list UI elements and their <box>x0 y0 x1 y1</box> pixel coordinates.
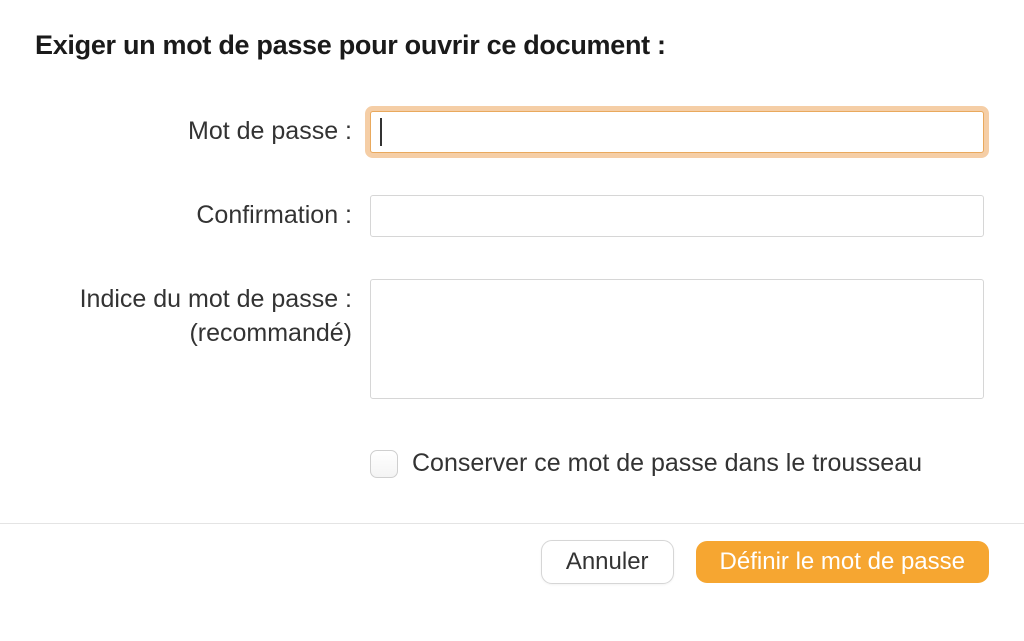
hint-label-line2: (recommandé) <box>35 317 352 351</box>
hint-input-wrapper <box>370 279 989 404</box>
keychain-checkbox-label: Conserver ce mot de passe dans le trouss… <box>412 449 922 478</box>
set-password-button[interactable]: Définir le mot de passe <box>696 541 989 583</box>
hint-row: Indice du mot de passe : (recommandé) <box>35 279 989 404</box>
dialog-title: Exiger un mot de passe pour ouvrir ce do… <box>35 30 989 61</box>
hint-label: Indice du mot de passe : (recommandé) <box>35 279 370 351</box>
text-cursor <box>380 118 382 146</box>
confirm-input-wrapper <box>370 195 989 237</box>
confirm-row: Confirmation : <box>35 195 989 237</box>
password-dialog: Exiger un mot de passe pour ouvrir ce do… <box>0 0 1024 478</box>
button-bar: Annuler Définir le mot de passe <box>0 524 1024 584</box>
keychain-checkbox-row: Conserver ce mot de passe dans le trouss… <box>35 449 989 478</box>
password-input[interactable] <box>370 111 984 153</box>
hint-label-line1: Indice du mot de passe : <box>35 283 352 317</box>
confirm-label: Confirmation : <box>35 195 370 233</box>
hint-input[interactable] <box>370 279 984 399</box>
cancel-button[interactable]: Annuler <box>541 540 674 584</box>
password-input-wrapper <box>370 111 989 153</box>
keychain-checkbox[interactable] <box>370 450 398 478</box>
confirm-input[interactable] <box>370 195 984 237</box>
password-form: Mot de passe : Confirmation : Indice du … <box>35 111 989 404</box>
password-row: Mot de passe : <box>35 111 989 153</box>
password-label: Mot de passe : <box>35 111 370 149</box>
